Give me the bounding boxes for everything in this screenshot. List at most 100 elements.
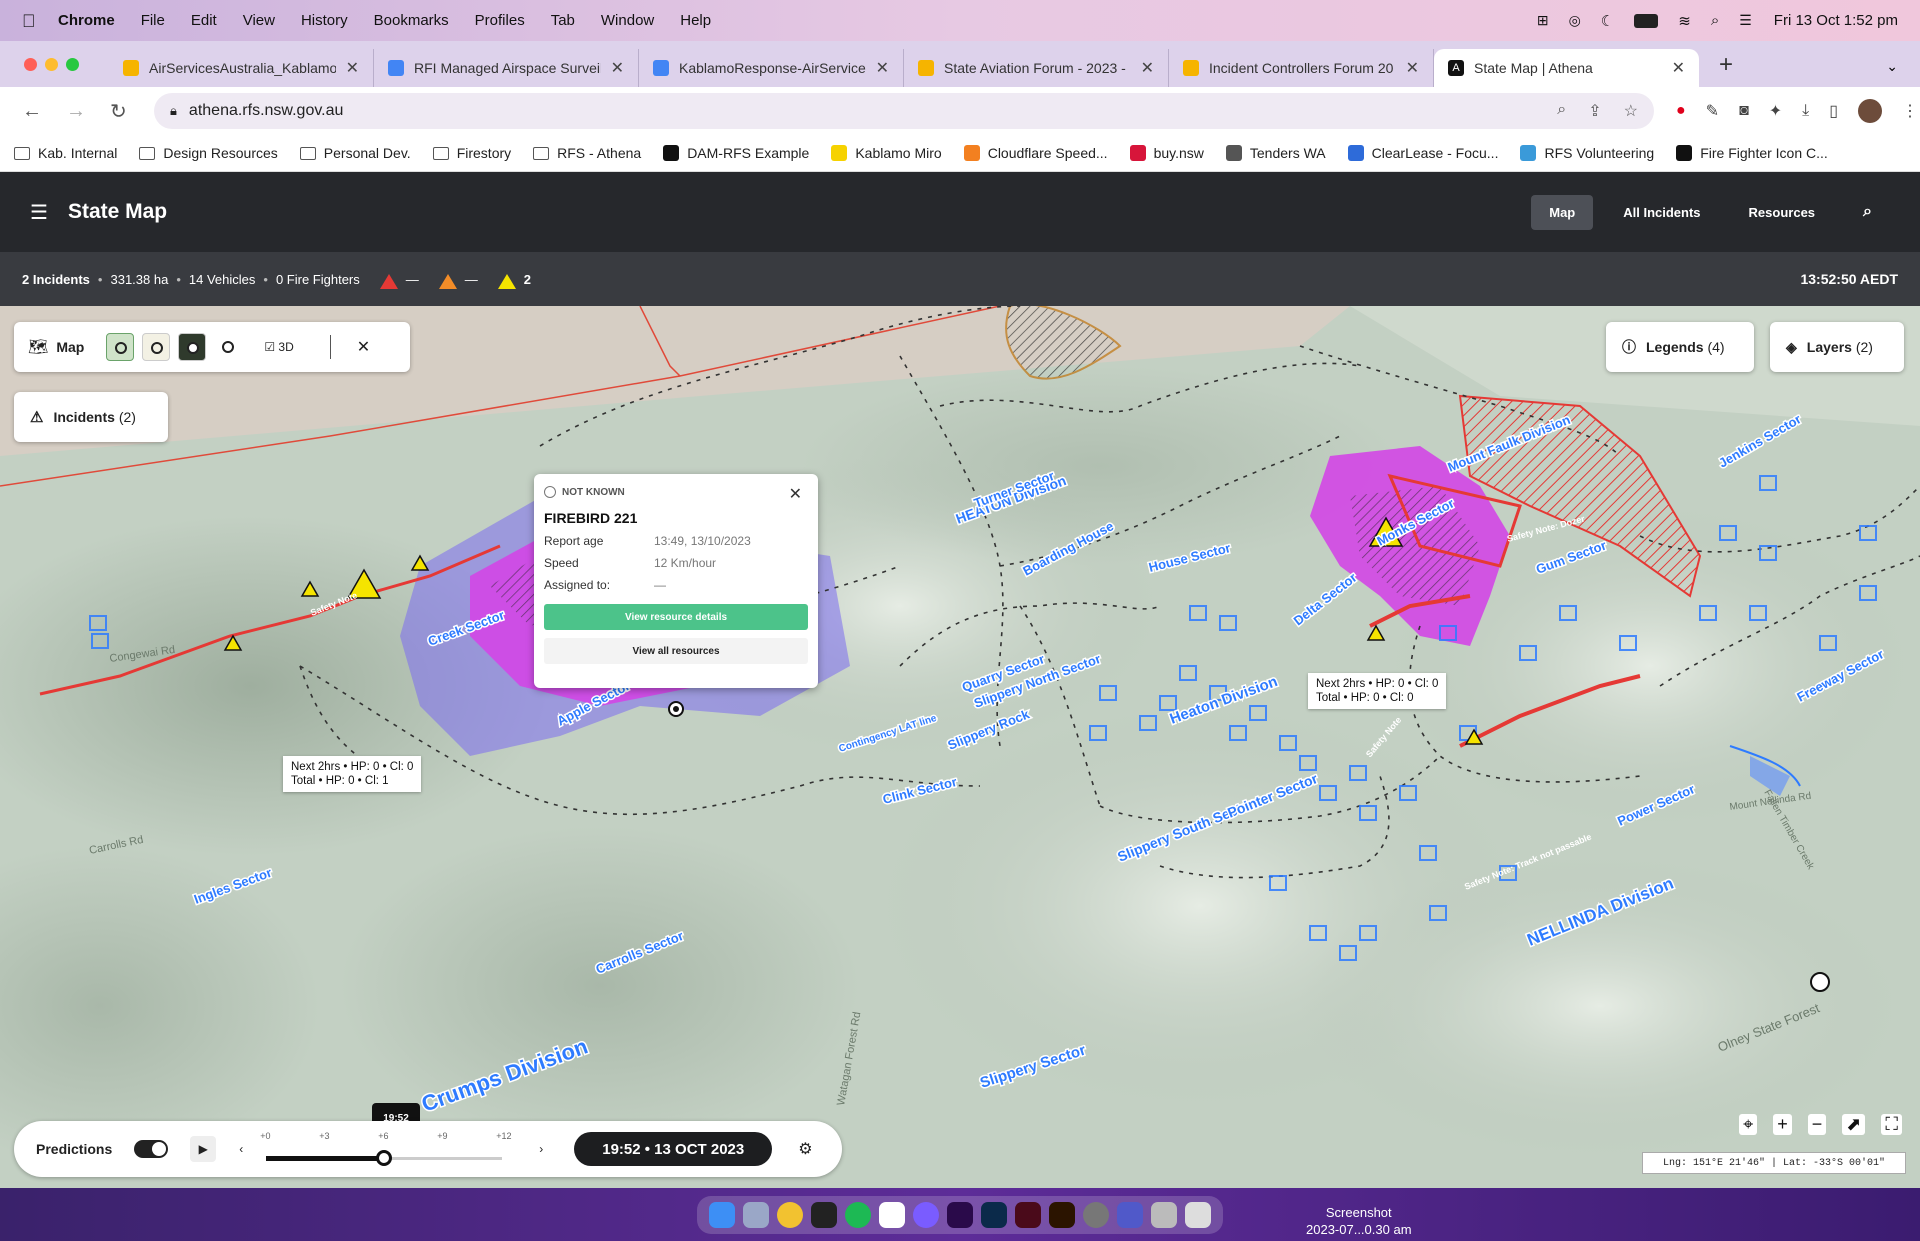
menu-help[interactable]: Help (680, 12, 711, 29)
bookmark-star-icon[interactable]: ☆ (1624, 101, 1638, 121)
menu-view[interactable]: View (243, 12, 275, 29)
control-center-icon[interactable]: ☰ (1739, 12, 1752, 29)
close-tab-icon[interactable]: ✕ (611, 58, 624, 78)
apple-icon[interactable]:  (22, 10, 44, 32)
tab-state-map[interactable]: A State Map | Athena ✕ (1434, 49, 1699, 87)
messenger-icon[interactable] (913, 1201, 939, 1228)
hamburger-menu-icon[interactable]: ☰ (30, 200, 48, 225)
layers-button[interactable]: ◈ Layers (2) (1770, 322, 1904, 372)
map-terrain[interactable]: Creek Sector Apple Sector Ingles Sector … (0, 306, 1920, 1188)
close-icon[interactable]: ✕ (357, 337, 370, 357)
menu-history[interactable]: History (301, 12, 348, 29)
zoom-out-icon[interactable]: − (1807, 1114, 1827, 1135)
compass-icon[interactable]: ⬈ (1842, 1114, 1866, 1135)
system-settings-icon[interactable] (1083, 1201, 1109, 1228)
close-window-button[interactable] (24, 58, 37, 71)
menu-app[interactable]: Chrome (58, 12, 115, 29)
moon-icon[interactable]: ☾ (1601, 12, 1614, 30)
screenshot-app-icon[interactable] (1151, 1201, 1177, 1228)
indesign-icon[interactable] (1015, 1201, 1041, 1228)
battery-icon[interactable] (1634, 13, 1659, 28)
trash-icon[interactable] (1185, 1201, 1211, 1228)
bookmark-item[interactable]: Kab. Internal (14, 145, 117, 161)
spotify-icon[interactable] (845, 1201, 871, 1228)
menu-bookmarks[interactable]: Bookmarks (374, 12, 449, 29)
incidents-button[interactable]: ⚠ Incidents (2) (14, 392, 168, 442)
address-bar[interactable]: 🔒︎ athena.rfs.nsw.gov.au ⌕ ⇪ ☆ (154, 93, 1654, 129)
tab-airservices[interactable]: AirServicesAustralia_Kablamo ✕ (109, 49, 374, 87)
slack-icon[interactable] (879, 1201, 905, 1228)
bookmark-item[interactable]: Fire Fighter Icon C... (1676, 145, 1828, 161)
locate-icon[interactable]: ⌖ (1739, 1114, 1758, 1135)
close-tab-icon[interactable]: ✕ (1672, 58, 1685, 78)
view-resource-details-button[interactable]: View resource details (544, 604, 808, 630)
close-tab-icon[interactable]: ✕ (346, 58, 359, 78)
menu-window[interactable]: Window (601, 12, 654, 29)
bookmark-item[interactable]: Tenders WA (1225, 145, 1326, 161)
predictions-toggle[interactable] (134, 1140, 169, 1158)
download-icon[interactable]: ⤓ (1802, 102, 1809, 120)
zoom-icon[interactable]: ⌕ (1557, 101, 1566, 121)
share-icon[interactable]: ⇪ (1588, 101, 1601, 121)
finder-icon[interactable] (709, 1201, 735, 1228)
figma-icon[interactable] (811, 1201, 837, 1228)
tab-kablamo-response[interactable]: KablamoResponse-AirService ✕ (639, 49, 904, 87)
forward-icon[interactable]: → (66, 100, 88, 123)
sliders-settings-icon[interactable]: ⚙ (798, 1139, 812, 1159)
reload-icon[interactable]: ↻ (110, 99, 132, 124)
illustrator-icon[interactable] (1049, 1201, 1075, 1228)
close-tab-icon[interactable]: ✕ (1141, 58, 1154, 78)
step-back-icon[interactable]: ‹ (228, 1136, 255, 1162)
play-icon[interactable]: ▶ (190, 1136, 217, 1162)
lock-icon[interactable]: 🔒︎ (170, 103, 177, 119)
fullscreen-icon[interactable]: ⛶ (1881, 1114, 1902, 1135)
nav-resources[interactable]: Resources (1731, 195, 1833, 230)
prediction-callout[interactable]: Next 2hrs • HP: 0 • Cl: 0 Total • HP: 0 … (283, 756, 422, 792)
legends-button[interactable]: ⓘ Legends (4) (1606, 322, 1754, 372)
url-text[interactable]: athena.rfs.nsw.gov.au (189, 102, 343, 120)
pen-extension-icon[interactable]: ✎ (1706, 101, 1719, 121)
zoom-window-button[interactable] (66, 58, 79, 71)
time-slider[interactable]: +0 +3 +6 +9 +12 (260, 1129, 512, 1169)
search-icon[interactable]: ⌕ (1845, 193, 1890, 231)
opera-extension-icon[interactable]: ● (1676, 102, 1686, 120)
view-all-resources-button[interactable]: View all resources (544, 638, 808, 664)
desktop-file-label[interactable]: Screenshot 2023-07...0.30 am (1306, 1204, 1412, 1238)
menu-edit[interactable]: Edit (191, 12, 217, 29)
menu-clock[interactable]: Fri 13 Oct 1:52 pm (1774, 12, 1898, 29)
creative-cloud-icon[interactable]: ◎ (1569, 12, 1581, 29)
bookmark-item[interactable]: RFS Volunteering (1520, 145, 1654, 161)
sidebar-icon[interactable]: ▯ (1829, 101, 1838, 121)
close-popup-icon[interactable]: ✕ (789, 484, 802, 504)
step-forward-icon[interactable]: › (528, 1136, 555, 1162)
nav-map[interactable]: Map (1531, 194, 1594, 230)
menu-file[interactable]: File (141, 12, 165, 29)
back-icon[interactable]: ← (22, 100, 44, 123)
figma-status-icon[interactable]: ⊞ (1537, 12, 1549, 29)
tab-aviation-forum[interactable]: State Aviation Forum - 2023 - ✕ (904, 49, 1169, 87)
zoom-in-icon[interactable]: + (1773, 1114, 1792, 1135)
bookmark-item[interactable]: Cloudflare Speed... (963, 145, 1108, 161)
photoshop-icon[interactable] (981, 1201, 1007, 1228)
teams-icon[interactable] (1117, 1201, 1143, 1228)
bookmark-item[interactable]: Firestory (432, 145, 511, 161)
bookmark-item[interactable]: buy.nsw (1129, 145, 1204, 161)
puzzle-extensions-icon[interactable]: ✦ (1769, 101, 1782, 121)
minimize-window-button[interactable] (45, 58, 58, 71)
tab-rfi[interactable]: RFI Managed Airspace Surveill ✕ (374, 49, 639, 87)
bookmark-item[interactable]: Kablamo Miro (831, 145, 942, 161)
style-light-option[interactable] (214, 333, 243, 361)
style-satellite-option[interactable] (178, 333, 207, 361)
bookmark-item[interactable]: ClearLease - Focu... (1347, 145, 1498, 161)
menu-tab[interactable]: Tab (551, 12, 575, 29)
wifi-icon[interactable]: ≋ (1678, 12, 1691, 30)
spotlight-search-icon[interactable]: ⌕ (1711, 12, 1719, 29)
nav-all-incidents[interactable]: All Incidents (1605, 195, 1718, 230)
new-tab-button[interactable]: + (1719, 51, 1733, 79)
camera-extension-icon[interactable]: ◙ (1739, 102, 1749, 120)
close-tab-icon[interactable]: ✕ (876, 58, 889, 78)
prediction-datetime[interactable]: 19:52 • 13 OCT 2023 (574, 1132, 773, 1166)
profile-avatar[interactable] (1858, 99, 1883, 123)
slider-knob[interactable] (376, 1150, 393, 1166)
style-street-option[interactable] (142, 333, 171, 361)
